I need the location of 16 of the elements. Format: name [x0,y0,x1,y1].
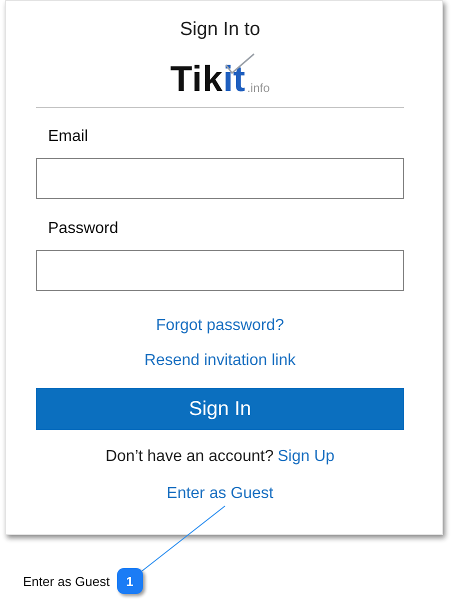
email-field[interactable] [36,158,404,199]
logo-text: it [223,61,246,97]
logo-text: Tik [170,61,224,97]
logo-suffix: .info [247,81,270,95]
callout-text: Enter as Guest [23,574,110,588]
guest-link[interactable]: Enter as Guest [166,485,274,503]
sign-up-link[interactable]: Sign Up [278,448,335,466]
callout-badge: 1 [116,568,143,594]
text-link[interactable]: Resend invitation link [144,352,296,370]
password-field[interactable] [36,250,404,291]
text-link[interactable]: Forgot password? [156,317,284,335]
signup-prompt: Don’t have an account? [105,448,274,466]
sign-in-title: Sign In to [180,19,260,42]
field-label: Email [48,128,90,147]
field-label: Password [48,220,120,239]
sign-in-button[interactable]: Sign In [36,388,404,430]
